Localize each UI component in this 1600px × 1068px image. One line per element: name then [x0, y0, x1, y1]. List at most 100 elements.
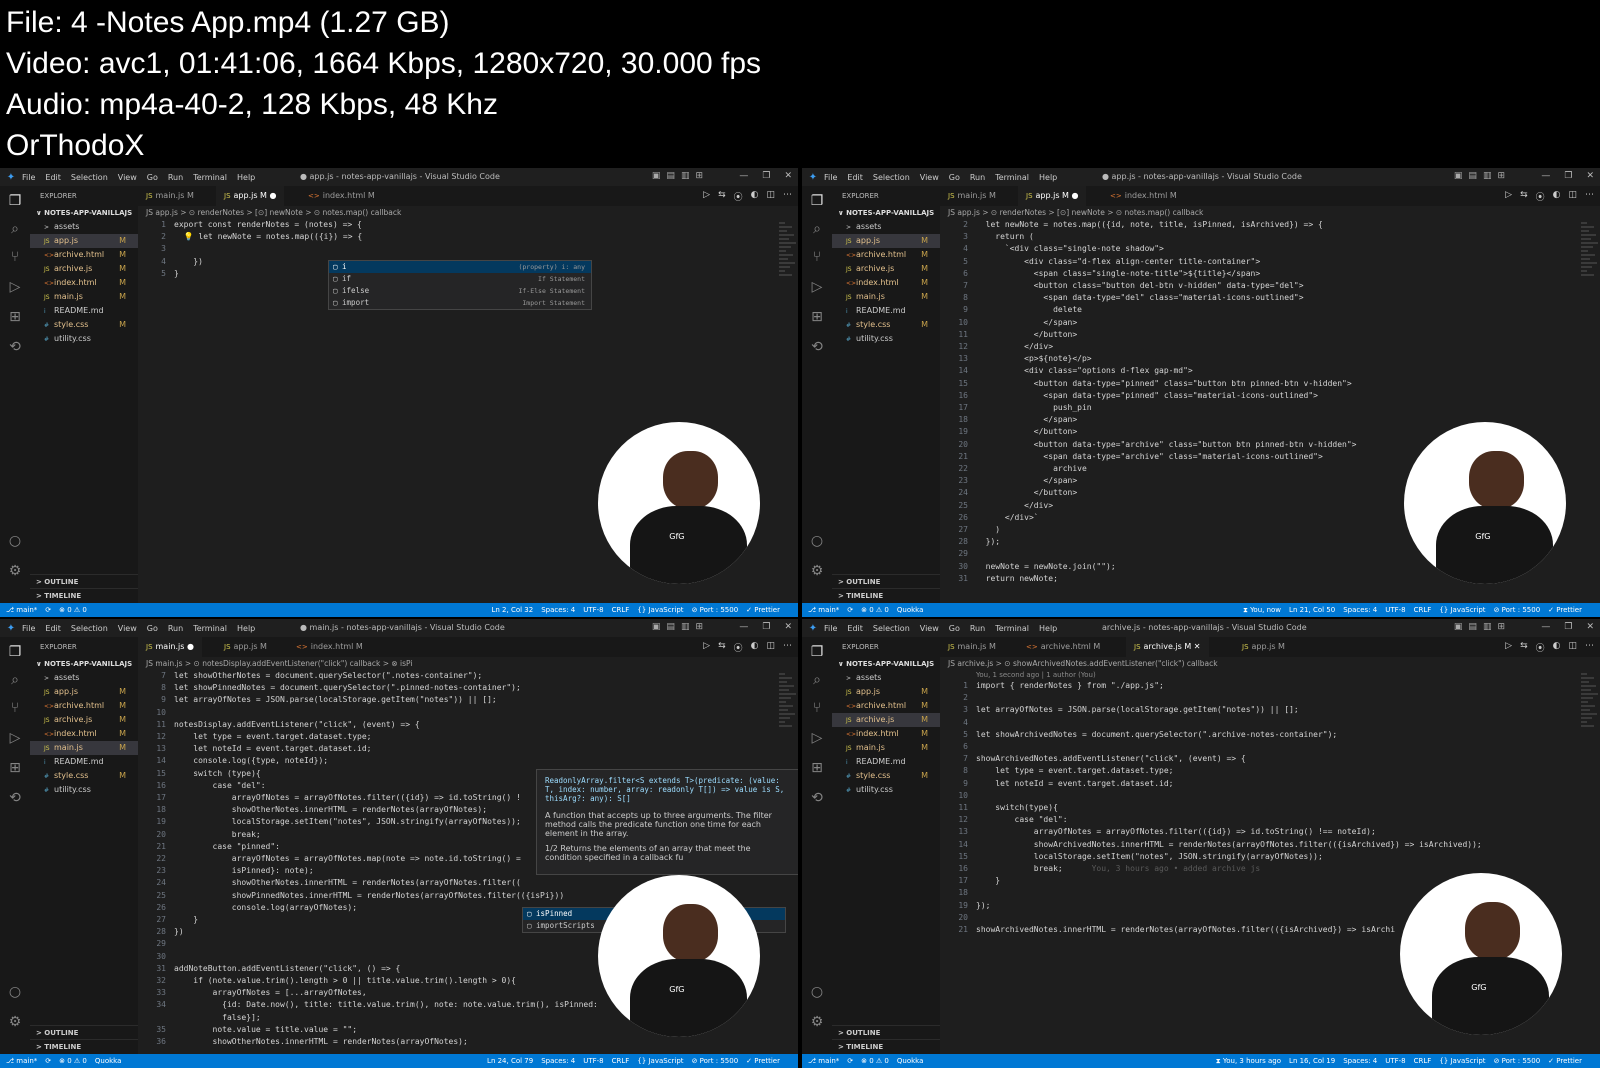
editor-action-icon[interactable]: ⋯ — [1585, 190, 1594, 203]
restore-icon[interactable]: ❐ — [762, 171, 770, 181]
status-item[interactable]: ⎇ main* — [808, 1057, 839, 1065]
menu-item[interactable]: Terminal — [193, 173, 227, 182]
file-item[interactable]: > assets — [832, 671, 940, 685]
status-item[interactable]: ⊘ Port : 5500 — [1494, 606, 1541, 614]
menu-item[interactable]: Go — [147, 624, 158, 633]
search-icon[interactable]: ⌕ — [6, 671, 24, 689]
menu-item[interactable]: Help — [237, 624, 255, 633]
status-item[interactable]: CRLF — [612, 1057, 630, 1065]
menu-item[interactable]: Help — [1039, 173, 1057, 182]
autocomplete-item[interactable]: ▢ ifelse If-Else Statement — [329, 285, 591, 297]
run-debug-icon[interactable]: ▷ — [6, 278, 24, 296]
menu-item[interactable]: Run — [168, 173, 183, 182]
editor-tab[interactable]: JS main.js M — [940, 637, 1004, 657]
status-item[interactable]: ✓ Prettier — [746, 1057, 780, 1065]
menu-item[interactable]: Run — [970, 173, 985, 182]
menu-item[interactable]: File — [22, 173, 35, 182]
menu-item[interactable]: Selection — [873, 173, 910, 182]
run-debug-icon[interactable]: ▷ — [6, 729, 24, 747]
editor-action-icon[interactable]: ⦿ — [1536, 641, 1545, 654]
project-folder[interactable]: ∨ NOTES-APP-VANILLAJS — [30, 206, 138, 220]
editor-tab[interactable]: JS app.js M — [216, 637, 275, 657]
autocomplete-item[interactable]: ▢ i (property) i: any — [329, 261, 591, 273]
status-item[interactable]: Spaces: 4 — [541, 1057, 575, 1065]
file-item[interactable]: # style.css M — [30, 318, 138, 332]
status-item[interactable]: Spaces: 4 — [1343, 1057, 1377, 1065]
status-item[interactable]: {} JavaScript — [1439, 606, 1485, 614]
project-folder[interactable]: ∨ NOTES-APP-VANILLAJS — [30, 657, 138, 671]
source-control-icon[interactable]: ⑂ — [6, 699, 24, 717]
editor-action-icon[interactable]: ⇆ — [718, 641, 726, 654]
run-debug-icon[interactable]: ▷ — [808, 729, 826, 747]
status-item[interactable]: ⧗ You, 3 hours ago — [1216, 1057, 1281, 1065]
status-item[interactable]: Spaces: 4 — [541, 606, 575, 614]
layout-toggle-icon[interactable]: ▤ — [666, 171, 675, 181]
menu-item[interactable]: View — [920, 173, 939, 182]
menu-item[interactable]: Edit — [847, 173, 863, 182]
status-item[interactable]: {} JavaScript — [637, 1057, 683, 1065]
file-item[interactable]: > assets — [832, 220, 940, 234]
status-item[interactable]: {} JavaScript — [1439, 1057, 1485, 1065]
close-icon[interactable]: ✕ — [1586, 171, 1594, 181]
outline-section[interactable]: > OUTLINE — [832, 574, 940, 589]
account-icon[interactable]: ○ — [6, 532, 24, 550]
status-item[interactable]: ✓ Prettier — [1548, 1057, 1582, 1065]
status-item[interactable]: Quokka — [897, 606, 924, 614]
extensions-icon[interactable]: ⊞ — [808, 308, 826, 326]
minimize-icon[interactable]: — — [1541, 622, 1550, 632]
timeline-section[interactable]: > TIMELINE — [30, 1039, 138, 1054]
file-item[interactable]: i README.md — [832, 755, 940, 769]
file-item[interactable]: JS app.js M — [30, 234, 138, 248]
layout-toggle-icon[interactable]: ▣ — [652, 171, 661, 181]
minimap[interactable] — [1578, 220, 1600, 603]
file-item[interactable]: <>archive.html M — [30, 248, 138, 262]
menu-item[interactable]: Terminal — [995, 173, 1029, 182]
status-item[interactable]: CRLF — [1414, 606, 1432, 614]
file-item[interactable]: # utility.css — [30, 783, 138, 797]
outline-section[interactable]: > OUTLINE — [30, 574, 138, 589]
overload-counter[interactable]: 1/2 — [545, 844, 560, 853]
file-item[interactable]: > assets — [30, 220, 138, 234]
menu-item[interactable]: Selection — [873, 624, 910, 633]
layout-toggle-icon[interactable]: ▥ — [1483, 171, 1492, 181]
settings-gear-icon[interactable]: ⚙ — [808, 1013, 826, 1031]
status-item[interactable]: ⊘ Port : 5500 — [692, 1057, 739, 1065]
editor-action-icon[interactable]: ⋯ — [1585, 641, 1594, 654]
status-item[interactable]: ⟳ — [45, 606, 51, 614]
search-icon[interactable]: ⌕ — [808, 671, 826, 689]
status-item[interactable]: ⊗ 0 ⚠ 0 — [59, 606, 87, 614]
file-item[interactable]: JS archive.js M — [832, 713, 940, 727]
close-icon[interactable]: ✕ — [784, 171, 792, 181]
status-item[interactable]: Quokka — [95, 1057, 122, 1065]
file-item[interactable]: # style.css M — [832, 318, 940, 332]
status-item[interactable]: Ln 2, Col 32 — [492, 606, 534, 614]
status-item[interactable]: ⎇ main* — [6, 1057, 37, 1065]
search-icon[interactable]: ⌕ — [808, 220, 826, 238]
account-icon[interactable]: ○ — [808, 532, 826, 550]
settings-gear-icon[interactable]: ⚙ — [6, 562, 24, 580]
editor-action-icon[interactable]: ⦿ — [1536, 190, 1545, 203]
file-item[interactable]: i README.md — [30, 304, 138, 318]
editor-tab[interactable]: <> archive.html M — [1018, 637, 1108, 657]
editor-tab[interactable]: <> index.html M — [288, 637, 371, 657]
layout-toggle-icon[interactable]: ⊞ — [695, 622, 703, 632]
status-item[interactable]: Ln 21, Col 50 — [1289, 606, 1335, 614]
status-item[interactable]: Quokka — [897, 1057, 924, 1065]
file-item[interactable]: # utility.css — [832, 783, 940, 797]
status-item[interactable]: ⊗ 0 ⚠ 0 — [861, 606, 889, 614]
status-item[interactable]: ✓ Prettier — [746, 606, 780, 614]
close-icon[interactable]: ✕ — [784, 622, 792, 632]
menu-item[interactable]: Selection — [71, 624, 108, 633]
file-item[interactable]: <>index.html M — [832, 727, 940, 741]
editor-action-icon[interactable]: ◐ — [1553, 190, 1561, 203]
status-item[interactable]: ⟳ — [847, 606, 853, 614]
status-item[interactable]: UTF-8 — [1385, 606, 1405, 614]
file-item[interactable]: <>archive.html M — [832, 699, 940, 713]
remote-icon[interactable]: ⟲ — [808, 789, 826, 807]
remote-icon[interactable]: ⟲ — [6, 789, 24, 807]
editor-action-icon[interactable]: ⋯ — [783, 190, 792, 203]
menu-item[interactable]: File — [22, 624, 35, 633]
status-item[interactable]: ⊘ Port : 5500 — [1494, 1057, 1541, 1065]
menu-item[interactable]: View — [118, 624, 137, 633]
file-item[interactable]: JS app.js M — [832, 685, 940, 699]
